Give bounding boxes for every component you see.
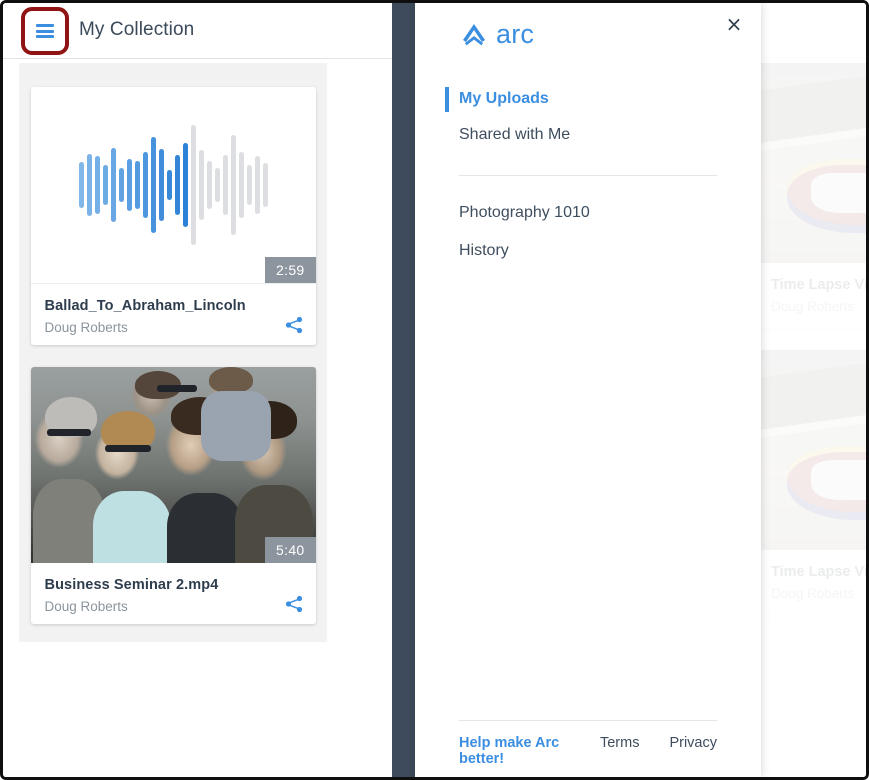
footer-divider	[459, 720, 717, 721]
terms-link[interactable]: Terms	[600, 735, 639, 751]
waveform-bar	[150, 137, 156, 233]
media-card-audio[interactable]: 2:59 Ballad_To_Abraham_Lincoln Doug Robe…	[30, 87, 316, 345]
hamburger-menu-button[interactable]	[21, 7, 69, 55]
duration-badge: 2:59	[265, 257, 316, 283]
nav-item-label: History	[459, 242, 509, 259]
waveform-bar	[182, 143, 188, 227]
waveform-bar	[86, 154, 92, 216]
close-icon[interactable]: ×	[721, 11, 747, 37]
waveform-bar	[142, 152, 148, 218]
arc-logo-icon	[463, 23, 485, 45]
waveform-bar	[102, 165, 108, 205]
nav-item-label: Shared with Me	[459, 126, 571, 143]
arc-logo-text: arc	[496, 19, 535, 49]
collection-card-list: 2:59 Ballad_To_Abraham_Lincoln Doug Robe…	[19, 63, 327, 642]
page-title: My Collection	[79, 19, 195, 40]
waveform-bar	[214, 168, 220, 202]
active-indicator	[445, 87, 449, 112]
waveform-bar	[166, 170, 172, 200]
waveform-bar	[206, 161, 212, 209]
browser-window: My Collection 2:59 Ballad_To_Abraham_Lin…	[0, 0, 869, 780]
drawer-edge-strip	[392, 3, 415, 777]
arc-logo: arc	[459, 21, 534, 48]
nav-item-label: Photography 1010	[459, 204, 590, 221]
nav-item-label: My Uploads	[459, 90, 549, 107]
duration-badge: 5:40	[265, 537, 316, 563]
waveform-bar	[238, 152, 244, 218]
waveform-bar	[254, 156, 260, 214]
thumbnail-image	[30, 367, 316, 563]
video-thumbnail[interactable]: 5:40	[30, 367, 316, 563]
nav-item-shared-with-me[interactable]: Shared with Me	[415, 117, 761, 153]
privacy-link[interactable]: Privacy	[669, 735, 717, 751]
waveform-bar	[198, 150, 204, 220]
media-card-title: Ballad_To_Abraham_Lincoln	[44, 298, 246, 314]
media-card-author: Doug Roberts	[44, 599, 128, 614]
waveform-bar	[158, 149, 164, 221]
media-card-title: Business Seminar 2.mp4	[44, 577, 219, 593]
waveform-bar	[118, 168, 124, 202]
waveform-bar	[246, 165, 252, 205]
nav-item-history[interactable]: History	[415, 232, 761, 270]
waveform-bar	[78, 162, 84, 208]
waveform-bar	[126, 159, 132, 211]
media-card-body: Ballad_To_Abraham_Lincoln Doug Roberts	[31, 284, 316, 345]
nav-item-my-uploads[interactable]: My Uploads	[415, 81, 761, 117]
navigation-drawer: × arc My Uploads Shared with Me Photogra…	[415, 3, 761, 777]
drawer-footer: Help make Arc better! Terms Privacy	[415, 720, 761, 767]
nav-divider	[459, 175, 717, 176]
waveform-bar	[110, 148, 116, 222]
waveform-bar	[262, 163, 268, 207]
share-icon[interactable]	[284, 594, 304, 614]
audio-waveform-thumbnail[interactable]: 2:59	[30, 87, 316, 284]
waveform-bar	[230, 135, 236, 235]
waveform-bar	[222, 155, 228, 215]
share-icon[interactable]	[284, 315, 304, 335]
footer-links: Help make Arc better! Terms Privacy	[415, 735, 761, 767]
help-make-arc-better-link[interactable]: Help make Arc better!	[459, 735, 570, 767]
waveform-bar	[134, 161, 140, 209]
waveform	[31, 87, 316, 283]
hamburger-menu-icon	[36, 24, 54, 38]
waveform-bar	[190, 125, 196, 245]
app-stage: My Collection 2:59 Ballad_To_Abraham_Lin…	[3, 3, 866, 777]
nav-item-photography-1010[interactable]: Photography 1010	[415, 194, 761, 232]
drawer-nav: My Uploads Shared with Me Photography 10…	[415, 81, 761, 270]
waveform-bar	[94, 156, 100, 214]
media-card-body: Business Seminar 2.mp4 Doug Roberts	[31, 563, 316, 624]
waveform-bar	[174, 155, 180, 215]
media-card-video[interactable]: 5:40 Business Seminar 2.mp4 Doug Roberts	[30, 367, 316, 624]
media-card-author: Doug Roberts	[44, 320, 128, 335]
